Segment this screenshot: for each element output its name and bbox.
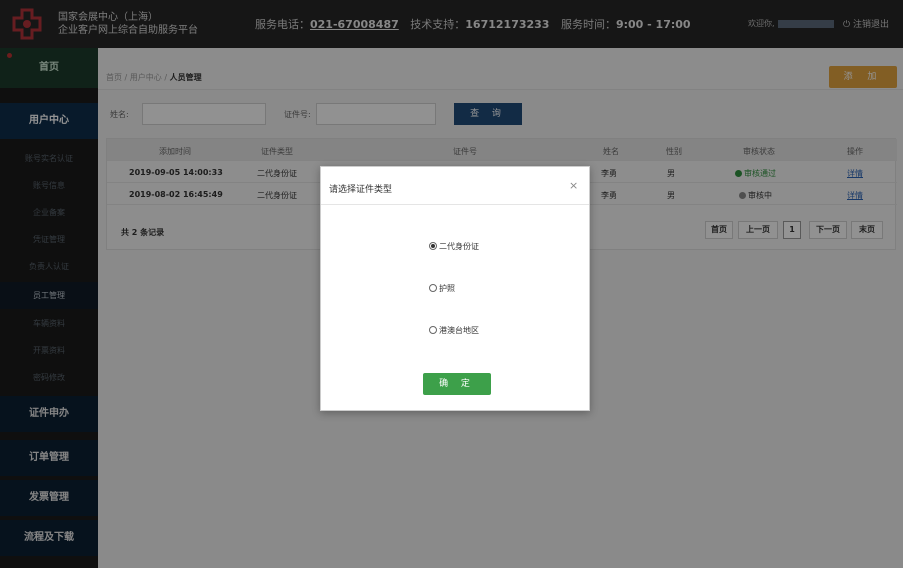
option-id-card[interactable]: 二代身份证: [429, 241, 479, 252]
option-label: 港澳台地区: [439, 326, 479, 335]
option-hk-macao-taiwan[interactable]: 港澳台地区: [429, 325, 479, 336]
radio-icon[interactable]: [429, 326, 437, 334]
dialog-header: 请选择证件类型 ×: [321, 167, 589, 205]
radio-icon[interactable]: [429, 284, 437, 292]
option-label: 二代身份证: [439, 242, 479, 251]
radio-selected-icon[interactable]: [429, 242, 437, 250]
option-passport[interactable]: 护照: [429, 283, 455, 294]
option-label: 护照: [439, 284, 455, 293]
confirm-button[interactable]: 确 定: [423, 373, 491, 395]
cert-type-dialog: 请选择证件类型 × 二代身份证 护照 港澳台地区 确 定: [320, 166, 590, 411]
close-icon[interactable]: ×: [569, 179, 578, 192]
dialog-title: 请选择证件类型: [329, 185, 393, 195]
